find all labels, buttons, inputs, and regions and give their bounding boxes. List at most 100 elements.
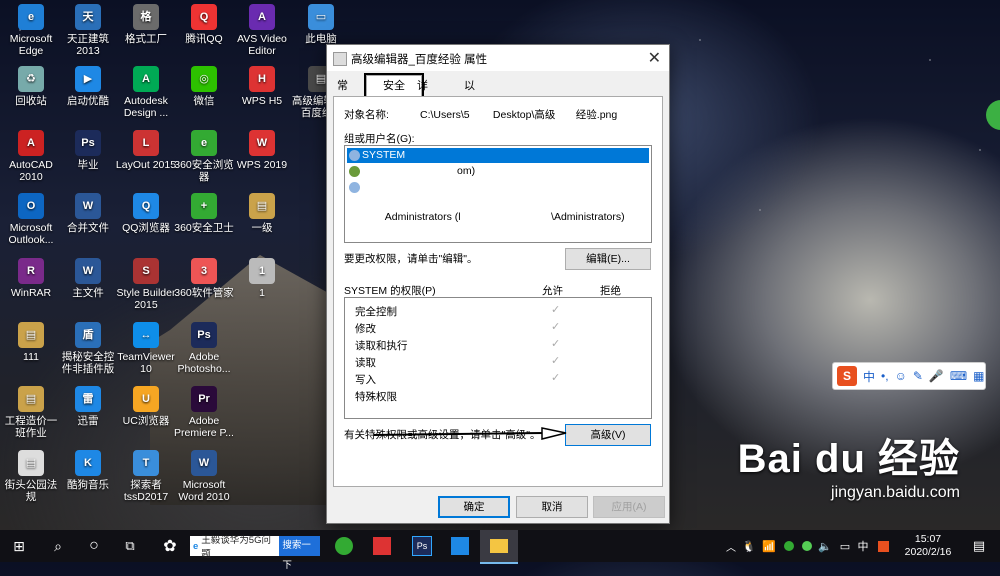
list-item-administrators[interactable]: Administrators (l \Administrators) — [347, 180, 649, 223]
taskbar-edge-icon[interactable] — [442, 530, 478, 562]
voice-icon[interactable]: 🎤 — [929, 369, 944, 383]
desktop-icon[interactable]: A AutoCAD 2010 — [0, 130, 62, 183]
tray-ime-indicator[interactable]: 中 — [854, 530, 872, 562]
search-input[interactable]: 王毅谈华为5G问题 — [201, 532, 279, 560]
tray-network-icon[interactable]: ▭ — [836, 530, 854, 562]
desktop-icon[interactable]: Q QQ浏览器 — [115, 193, 177, 234]
handwriting-icon[interactable]: ✎ — [913, 369, 923, 383]
ime-mode-label[interactable]: 中 — [863, 368, 875, 385]
desktop-icon[interactable]: W WPS 2019 — [231, 130, 293, 171]
desktop-icon[interactable]: A Autodesk Design ... — [115, 66, 177, 119]
desktop-icon[interactable]: e 360安全浏览器 — [173, 130, 235, 183]
taskbar-search-box[interactable]: e 王毅谈华为5G问题 搜索一下 — [190, 530, 320, 571]
desktop-icon[interactable]: ◎ 微信 — [173, 66, 235, 107]
desktop-icon[interactable]: O Microsoft Outlook... — [0, 193, 62, 246]
edit-button[interactable]: 编辑(E)... — [565, 248, 651, 270]
notification-center-icon[interactable]: ▤ — [964, 530, 994, 562]
clock[interactable]: 15:07 2020/2/16 — [896, 530, 960, 562]
list-item-system[interactable]: SYSTEM — [347, 148, 649, 163]
tray-green-icon[interactable] — [798, 530, 816, 562]
allow-check-icon: ✓ — [551, 338, 561, 350]
keyboard-icon[interactable]: ⌨ — [950, 369, 967, 383]
punctuation-icon[interactable]: •, — [881, 369, 889, 383]
desktop-icon[interactable]: R WinRAR — [0, 258, 62, 299]
task-view-icon[interactable]: ⧉ — [112, 530, 148, 562]
desktop-icon[interactable]: W 合并文件 — [57, 193, 119, 234]
desktop-icon[interactable]: ▤ 111 — [0, 322, 62, 363]
user-icon — [349, 166, 360, 177]
tab-previous-versions[interactable]: 以前的版本 — [460, 77, 479, 164]
allow-check-icon: ✓ — [551, 304, 561, 316]
ok-button[interactable]: 确定 — [438, 496, 510, 518]
sogou-logo-icon[interactable]: S — [837, 366, 857, 386]
cancel-button[interactable]: 取消 — [516, 496, 588, 518]
desktop-icon[interactable]: U UC浏览器 — [115, 386, 177, 427]
tab-general[interactable]: 常规 — [333, 77, 352, 110]
file-icon: 1 — [249, 258, 275, 284]
folder-icon: ▤ — [18, 322, 44, 348]
ime-toolbar[interactable]: S 中 •, ☺ ✎ 🎤 ⌨ ▦ — [832, 362, 986, 390]
pdf-icon: ▤ — [18, 450, 44, 476]
tab-details[interactable]: 详细信息 — [413, 77, 432, 146]
taskbar-360-icon[interactable] — [326, 530, 362, 562]
apply-button[interactable]: 应用(A) — [593, 496, 665, 518]
desktop-icon[interactable]: ▶ 启动优酷 — [57, 66, 119, 107]
desktop-icon[interactable]: Pr Adobe Premiere P... — [173, 386, 235, 439]
desktop-icon[interactable]: ▤ 一级 — [231, 193, 293, 234]
windows-start-icon[interactable]: ⊞ — [0, 530, 38, 562]
watermark-brand: Bai du 经验 — [737, 437, 960, 481]
desktop-icon[interactable]: 3 360软件管家 — [173, 258, 235, 299]
desktop-icon[interactable]: ▤ 街头公园法规 — [0, 450, 62, 503]
tray-wifi-icon[interactable]: 📶 — [760, 530, 778, 562]
emoji-icon[interactable]: ☺ — [895, 369, 907, 383]
desktop-icon[interactable]: Ps 毕业 — [57, 130, 119, 171]
desktop-icon[interactable]: Q 腾讯QQ — [173, 4, 235, 45]
search-icon[interactable]: ⌕ — [40, 530, 76, 562]
desktop-icon[interactable]: W Microsoft Word 2010 — [173, 450, 235, 503]
desktop-icon[interactable]: K 酷狗音乐 — [57, 450, 119, 491]
qq-browser-icon: Q — [133, 193, 159, 219]
taskbar-photoshop-icon[interactable]: Ps — [404, 530, 440, 562]
desktop-icon[interactable]: H WPS H5 — [231, 66, 293, 107]
search-go-button[interactable]: 搜索一下 — [279, 536, 320, 571]
desktop-icon-label: 酷狗音乐 — [67, 479, 109, 491]
cortana-icon[interactable]: ○ — [76, 530, 112, 562]
desktop-icon[interactable]: ↔ TeamViewer 10 — [115, 322, 177, 375]
desktop-icon[interactable]: 天天正建筑 2013 — [57, 4, 119, 57]
permissions-list[interactable]: 完全控制 ✓ 修改 ✓ 读取和执行 ✓ 读取 ✓ 写入 ✓ 特殊权限 — [344, 297, 652, 419]
baidu-watermark: Bai du 经验 jingyan.baidu.com — [738, 426, 960, 502]
taskbar-explorer-icon[interactable] — [480, 530, 518, 564]
desktop-icon[interactable]: W 主文件 — [57, 258, 119, 299]
desktop-icon[interactable]: L LayOut 2015 — [115, 130, 177, 171]
desktop-icon[interactable]: 11 — [231, 258, 293, 299]
desktop-icon[interactable]: ♻ 回收站 — [0, 66, 62, 107]
desktop-icon[interactable]: e Microsoft Edge — [0, 4, 62, 57]
desktop-icon[interactable]: A AVS Video Editor — [231, 4, 293, 57]
list-item-user[interactable]: om) — [347, 164, 649, 179]
close-icon[interactable]: ✕ — [648, 48, 661, 68]
pinwheel-icon[interactable]: ✿ — [152, 530, 188, 562]
tray-qq-icon[interactable]: 🐧 — [740, 530, 758, 562]
desktop-icon[interactable]: ▤ 工程造价一班作业 — [0, 386, 62, 439]
desktop-icon[interactable]: 格格式工厂 — [115, 4, 177, 45]
desktop-icon[interactable]: T 探索者 tssD2017 — [115, 450, 177, 503]
desktop-icon[interactable]: 盾揭秘安全控件非插件版 — [57, 322, 119, 375]
users-listbox[interactable]: SYSTEM om) Administrators (l \Administra… — [344, 145, 652, 243]
desktop-icon[interactable]: +360安全卫士 — [173, 193, 235, 234]
tray-sogou-icon[interactable] — [874, 530, 892, 562]
toolbox-icon[interactable]: ▦ — [973, 369, 984, 383]
desktop-icon-label: 迅雷 — [77, 415, 99, 427]
desktop-icon[interactable]: ▭ 此电脑 — [290, 4, 352, 45]
taskbar-wps-icon[interactable] — [364, 530, 400, 562]
qq-icon: Q — [191, 4, 217, 30]
desktop-icon[interactable]: S Style Builder 2015 — [115, 258, 177, 311]
dialog-titlebar[interactable]: 高级编辑器_百度经验 属性 ✕ — [327, 45, 669, 71]
permission-row: 完全控制 — [355, 306, 397, 318]
advanced-button[interactable]: 高级(V) — [565, 424, 651, 446]
tray-volume-icon[interactable]: 🔈 — [816, 530, 834, 562]
tray-360-icon[interactable] — [780, 530, 798, 562]
tray-chevron-icon[interactable]: ︿ — [724, 530, 738, 562]
allow-check-icon: ✓ — [551, 321, 561, 333]
desktop-icon[interactable]: Ps Adobe Photosho... — [173, 322, 235, 375]
desktop-icon[interactable]: 雷迅雷 — [57, 386, 119, 427]
